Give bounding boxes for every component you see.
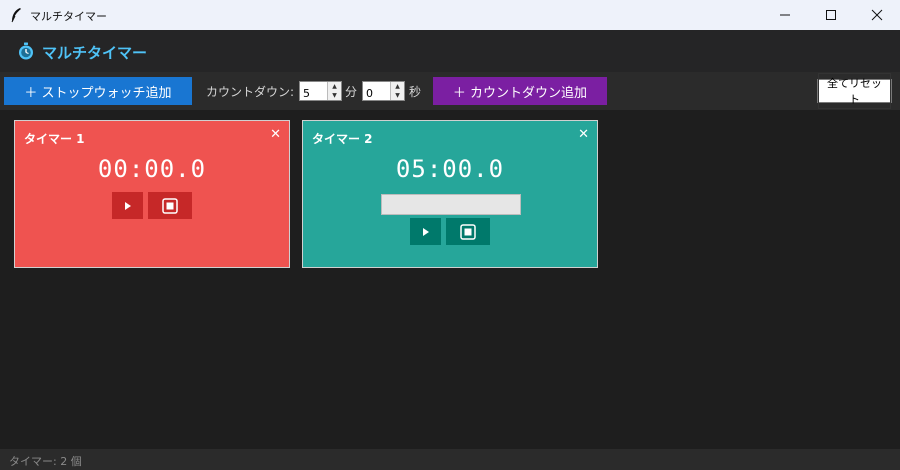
timer-title: タイマー 2 xyxy=(312,132,373,146)
timer-title: タイマー 1 xyxy=(24,132,85,146)
maximize-icon xyxy=(826,10,836,20)
close-icon[interactable]: ✕ xyxy=(270,127,281,142)
reset-all-button[interactable]: 全てリセット xyxy=(817,73,892,109)
seconds-input[interactable] xyxy=(363,84,391,103)
spin-down-icon[interactable]: ▼ xyxy=(328,91,341,100)
minutes-input[interactable] xyxy=(300,84,328,103)
spin-up-icon[interactable]: ▲ xyxy=(328,82,341,91)
add-stopwatch-button[interactable]: ＋ ストップウォッチ追加 xyxy=(4,77,192,105)
seconds-spinbox[interactable]: ▲ ▼ xyxy=(362,81,405,103)
status-bar: タイマー: 2 個 xyxy=(0,449,900,470)
app-title: マルチタイマー xyxy=(42,44,148,62)
countdown-label: カウントダウン: xyxy=(206,85,295,99)
stop-icon xyxy=(162,197,178,214)
spin-down-icon[interactable]: ▼ xyxy=(391,91,404,100)
reset-all-label: 全てリセット xyxy=(818,73,891,109)
timer-card: タイマー 1 ✕ 00:00.0 xyxy=(14,120,290,268)
app-header: マルチタイマー xyxy=(0,30,900,72)
maximize-button[interactable] xyxy=(808,0,854,30)
play-icon xyxy=(422,227,429,236)
minimize-icon xyxy=(780,14,790,16)
feather-icon xyxy=(11,8,21,23)
window-title: マルチタイマー xyxy=(30,10,107,23)
timer-count-status: タイマー: 2 個 xyxy=(9,455,82,468)
stopwatch-icon xyxy=(19,42,33,60)
close-icon[interactable]: ✕ xyxy=(578,127,589,142)
play-icon xyxy=(124,201,131,210)
timer-display: 05:00.0 xyxy=(395,155,505,183)
minutes-unit-label: 分 xyxy=(345,85,358,99)
stop-button[interactable] xyxy=(148,192,192,219)
close-icon xyxy=(871,9,883,21)
close-window-button[interactable] xyxy=(854,0,900,30)
minimize-button[interactable] xyxy=(762,0,808,30)
stop-icon xyxy=(460,223,476,240)
seconds-unit-label: 秒 xyxy=(409,85,422,99)
countdown-progress-bar xyxy=(381,194,521,215)
timer-display: 00:00.0 xyxy=(97,155,207,183)
window-titlebar: マルチタイマー xyxy=(0,0,900,30)
spin-up-icon[interactable]: ▲ xyxy=(391,82,404,91)
play-button[interactable] xyxy=(112,192,143,219)
toolbar: ＋ ストップウォッチ追加 カウントダウン: ▲ ▼ 分 ▲ ▼ 秒 ＋ カウント… xyxy=(0,72,900,110)
timer-card: タイマー 2 ✕ 05:00.0 xyxy=(302,120,598,268)
stop-button[interactable] xyxy=(446,218,490,245)
minutes-spinbox[interactable]: ▲ ▼ xyxy=(299,81,342,103)
play-button[interactable] xyxy=(410,218,441,245)
add-countdown-button[interactable]: ＋ カウントダウン追加 xyxy=(433,77,607,105)
minutes-spin-arrows[interactable]: ▲ ▼ xyxy=(327,82,341,100)
seconds-spin-arrows[interactable]: ▲ ▼ xyxy=(390,82,404,100)
